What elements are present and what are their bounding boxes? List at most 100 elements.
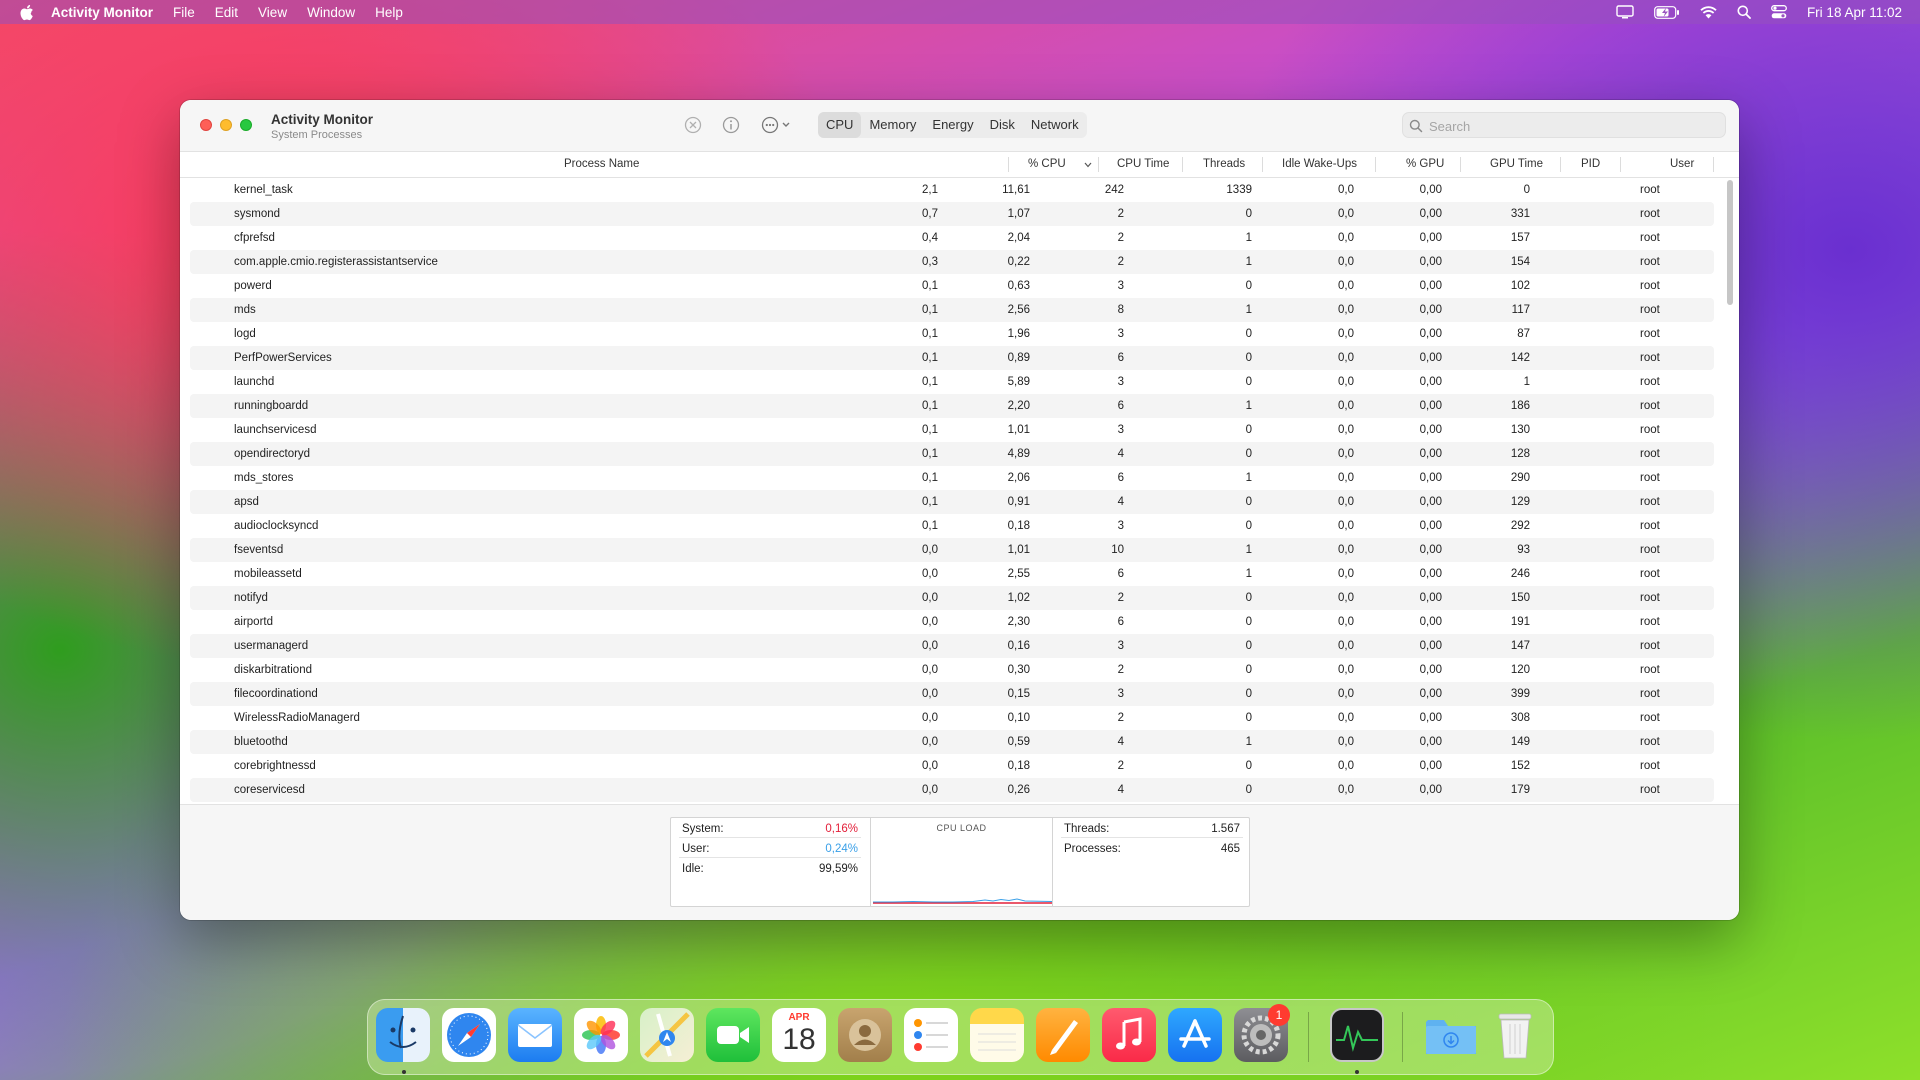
stop-process-icon[interactable]: [683, 115, 703, 135]
cell-gpu-time: 0,00: [1419, 256, 1442, 268]
table-row[interactable]: fseventsd 0,0 1,01 10 1 0,0 0,00 93 root: [190, 538, 1714, 562]
apple-menu-icon[interactable]: [18, 4, 35, 21]
downloads-folder-icon[interactable]: [1422, 1008, 1476, 1062]
tab-energy[interactable]: Energy: [924, 112, 981, 138]
column-user[interactable]: User: [1670, 158, 1694, 170]
safari-app-icon[interactable]: [442, 1008, 496, 1062]
maps-app-icon[interactable]: [640, 1008, 694, 1062]
menu-edit[interactable]: Edit: [215, 5, 238, 20]
table-row[interactable]: sysmond 0,7 1,07 2 0 0,0 0,00 331 root: [190, 202, 1714, 226]
table-row[interactable]: logd 0,1 1,96 3 0 0,0 0,00 87 root: [190, 322, 1714, 346]
cell-pid: 149: [1510, 736, 1530, 748]
control-center-icon[interactable]: [1770, 5, 1787, 19]
notes-app-icon[interactable]: [970, 1008, 1024, 1062]
search-field[interactable]: Search: [1402, 112, 1726, 138]
tab-network[interactable]: Network: [1023, 112, 1087, 138]
display-icon[interactable]: [1616, 5, 1634, 19]
cell-gpu-percent: 0,0: [1338, 400, 1354, 412]
cell-pid: 157: [1510, 232, 1530, 244]
activity-monitor-app-icon[interactable]: [1330, 1008, 1384, 1062]
table-row[interactable]: coreservicesd 0,0 0,26 4 0 0,0 0,00 179 root: [190, 778, 1714, 802]
table-row[interactable]: opendirectoryd 0,1 4,89 4 0 0,0 0,00 128 root: [190, 442, 1714, 466]
cell-cpu-time: 2,20: [1007, 400, 1030, 412]
menu-app-name[interactable]: Activity Monitor: [51, 5, 153, 20]
table-row[interactable]: diskarbitrationd 0,0 0,30 2 0 0,0 0,00 120 root: [190, 658, 1714, 682]
tab-disk[interactable]: Disk: [982, 112, 1023, 138]
table-row[interactable]: launchservicesd 0,1 1,01 3 0 0,0 0,00 130 root: [190, 418, 1714, 442]
column-threads[interactable]: Threads: [1203, 158, 1245, 170]
table-row[interactable]: bluetoothd 0,0 0,59 4 1 0,0 0,00 149 root: [190, 730, 1714, 754]
column-pid[interactable]: PID: [1581, 158, 1600, 170]
table-row[interactable]: cfprefsd 0,4 2,04 2 1 0,0 0,00 157 root: [190, 226, 1714, 250]
cell-gpu-time: 0,00: [1419, 232, 1442, 244]
stat-user-label: User:: [682, 843, 710, 855]
tab-memory[interactable]: Memory: [861, 112, 924, 138]
trash-icon[interactable]: [1488, 1008, 1542, 1062]
menu-window[interactable]: Window: [307, 5, 355, 20]
table-row[interactable]: WirelessRadioManagerd 0,0 0,10 2 0 0,0 0,00 308…: [190, 706, 1714, 730]
cell-user: root: [1640, 688, 1660, 700]
mail-app-icon[interactable]: [508, 1008, 562, 1062]
contacts-app-icon[interactable]: [838, 1008, 892, 1062]
info-icon[interactable]: [721, 115, 741, 135]
table-row[interactable]: audioclocksyncd 0,1 0,18 3 0 0,0 0,00 292 root: [190, 514, 1714, 538]
menu-help[interactable]: Help: [375, 5, 403, 20]
cell-threads: 10: [1111, 544, 1124, 556]
column-divider: [1008, 157, 1009, 172]
pages-app-icon[interactable]: [1036, 1008, 1090, 1062]
cell-cpu-time: 1,01: [1007, 424, 1030, 436]
cell-threads: 242: [1104, 184, 1124, 196]
cell-idle-wake-ups: 0: [1245, 784, 1252, 796]
zoom-button[interactable]: [240, 119, 252, 131]
table-row[interactable]: mds 0,1 2,56 8 1 0,0 0,00 117 root: [190, 298, 1714, 322]
cell-threads: 4: [1117, 784, 1124, 796]
menu-file[interactable]: File: [173, 5, 195, 20]
cell-cpu-percent: 0,0: [922, 736, 938, 748]
music-app-icon[interactable]: [1102, 1008, 1156, 1062]
minimize-button[interactable]: [220, 119, 232, 131]
column-cpu-percent[interactable]: % CPU: [1028, 158, 1066, 170]
table-row[interactable]: usermanagerd 0,0 0,16 3 0 0,0 0,00 147 root: [190, 634, 1714, 658]
table-row[interactable]: powerd 0,1 0,63 3 0 0,0 0,00 102 root: [190, 274, 1714, 298]
tab-cpu[interactable]: CPU: [818, 112, 862, 138]
column-process-name[interactable]: Process Name: [564, 158, 639, 170]
wifi-icon[interactable]: [1700, 5, 1717, 19]
finder-app-icon[interactable]: [376, 1008, 430, 1062]
table-row[interactable]: corebrightnessd 0,0 0,18 2 0 0,0 0,00 152 root: [190, 754, 1714, 778]
column-idle-wake-ups[interactable]: Idle Wake-Ups: [1282, 158, 1357, 170]
cell-process-name: mobileassetd: [234, 568, 302, 580]
facetime-app-icon[interactable]: [706, 1008, 760, 1062]
more-actions-icon[interactable]: [760, 115, 796, 135]
cell-threads: 3: [1117, 280, 1124, 292]
table-row[interactable]: launchd 0,1 5,89 3 0 0,0 0,00 1 root: [190, 370, 1714, 394]
cell-cpu-time: 0,22: [1007, 256, 1030, 268]
cell-pid: 102: [1510, 280, 1530, 292]
table-row[interactable]: kernel_task 2,1 11,61 242 1339 0,0 0,00 0 root: [190, 178, 1714, 202]
app-store-app-icon[interactable]: [1168, 1008, 1222, 1062]
vertical-scrollbar[interactable]: [1727, 180, 1733, 305]
menu-view[interactable]: View: [258, 5, 287, 20]
calendar-app-icon[interactable]: APR 18: [772, 1008, 826, 1062]
table-row[interactable]: mds_stores 0,1 2,06 6 1 0,0 0,00 290 root: [190, 466, 1714, 490]
table-row[interactable]: notifyd 0,0 1,02 2 0 0,0 0,00 150 root: [190, 586, 1714, 610]
column-cpu-time[interactable]: CPU Time: [1117, 158, 1169, 170]
column-gpu-percent[interactable]: % GPU: [1406, 158, 1444, 170]
menubar-clock[interactable]: Fri 18 Apr 11:02: [1807, 5, 1902, 20]
table-row[interactable]: runningboardd 0,1 2,20 6 1 0,0 0,00 186 root: [190, 394, 1714, 418]
close-button[interactable]: [200, 119, 212, 131]
column-gpu-time[interactable]: GPU Time: [1490, 158, 1543, 170]
battery-icon[interactable]: [1654, 5, 1680, 19]
table-row[interactable]: filecoordinationd 0,0 0,15 3 0 0,0 0,00 399 root: [190, 682, 1714, 706]
table-row[interactable]: apsd 0,1 0,91 4 0 0,0 0,00 129 root: [190, 490, 1714, 514]
photos-app-icon[interactable]: [574, 1008, 628, 1062]
cell-cpu-time: 2,55: [1007, 568, 1030, 580]
cell-threads: 8: [1117, 304, 1124, 316]
table-row[interactable]: PerfPowerServices 0,1 0,89 6 0 0,0 0,00 142 root: [190, 346, 1714, 370]
table-row[interactable]: mobileassetd 0,0 2,55 6 1 0,0 0,00 246 root: [190, 562, 1714, 586]
cell-cpu-time: 5,89: [1007, 376, 1030, 388]
cell-cpu-percent: 2,1: [922, 184, 938, 196]
table-row[interactable]: com.apple.cmio.registerassistantservice 0…: [190, 250, 1714, 274]
table-row[interactable]: airportd 0,0 2,30 6 0 0,0 0,00 191 root: [190, 610, 1714, 634]
reminders-app-icon[interactable]: [904, 1008, 958, 1062]
spotlight-search-icon[interactable]: [1737, 5, 1751, 19]
